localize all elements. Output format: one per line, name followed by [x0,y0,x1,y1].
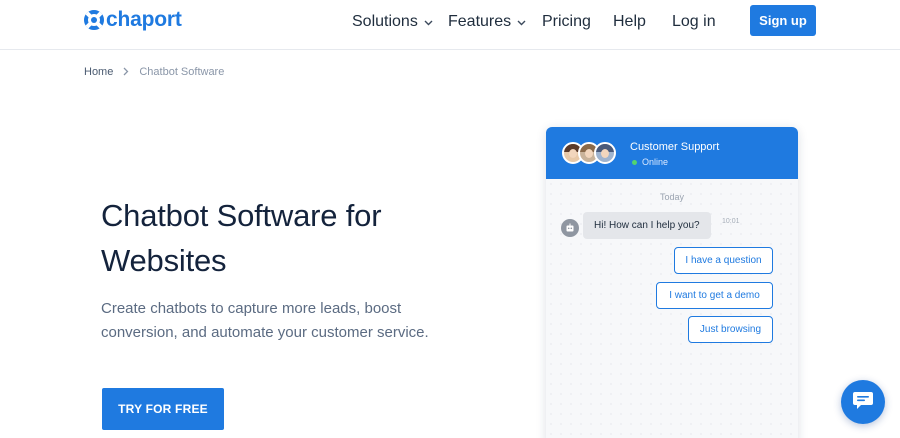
status-text: Online [642,157,669,167]
page-title: Chatbot Software for Websites [101,198,382,278]
nav-solutions[interactable]: Solutions [352,13,433,31]
agent-avatars [562,142,622,166]
nav-features[interactable]: Features [448,13,526,31]
message-timestamp: 10:01 [722,218,740,225]
date-divider: Today [659,192,685,202]
chevron-right-icon [123,65,129,79]
online-status: Online [632,157,668,167]
signup-button[interactable]: Sign up [750,5,816,36]
breadcrumb: Home Chatbot Software [84,65,224,79]
logo-text: chaport [106,8,182,31]
quick-reply-demo[interactable]: I want to get a demo [656,282,773,309]
quick-reply-question[interactable]: I have a question [674,247,773,274]
try-for-free-button[interactable]: TRY FOR FREE [102,388,224,430]
avatar [594,142,616,164]
online-dot-icon [632,159,637,165]
nav-features-label: Features [448,13,512,30]
quick-reply-browsing[interactable]: Just browsing [688,316,773,343]
chat-header: Customer Support Online [546,127,798,179]
nav-help[interactable]: Help [613,13,646,31]
chat-widget-preview: Customer Support Online Today Hi! How ca… [546,127,798,438]
nav-pricing-label: Pricing [542,13,591,30]
hero-description: Create chatbots to capture more leads, b… [101,300,429,341]
chat-title: Customer Support [630,141,720,153]
chat-bubble-icon [852,390,874,415]
chaport-logo[interactable]: chaport [84,8,182,32]
nav-login[interactable]: Log in [672,13,716,31]
breadcrumb-home-link[interactable]: Home [84,66,113,78]
nav-pricing[interactable]: Pricing [542,13,591,31]
nav-login-label: Log in [672,13,716,30]
top-header: chaport Solutions Features Pricing Help … [0,0,900,50]
chat-launcher-button[interactable] [841,380,885,424]
nav-solutions-label: Solutions [352,13,418,30]
chevron-down-icon [424,13,433,31]
bot-icon [561,219,579,237]
breadcrumb-current: Chatbot Software [139,66,225,78]
bot-message-bubble: Hi! How can I help you? [583,212,711,239]
chevron-down-icon [517,13,526,31]
chaport-logo-icon [84,10,104,30]
nav-help-label: Help [613,13,646,30]
chat-body: Today Hi! How can I help you? 10:01 I ha… [546,179,798,438]
